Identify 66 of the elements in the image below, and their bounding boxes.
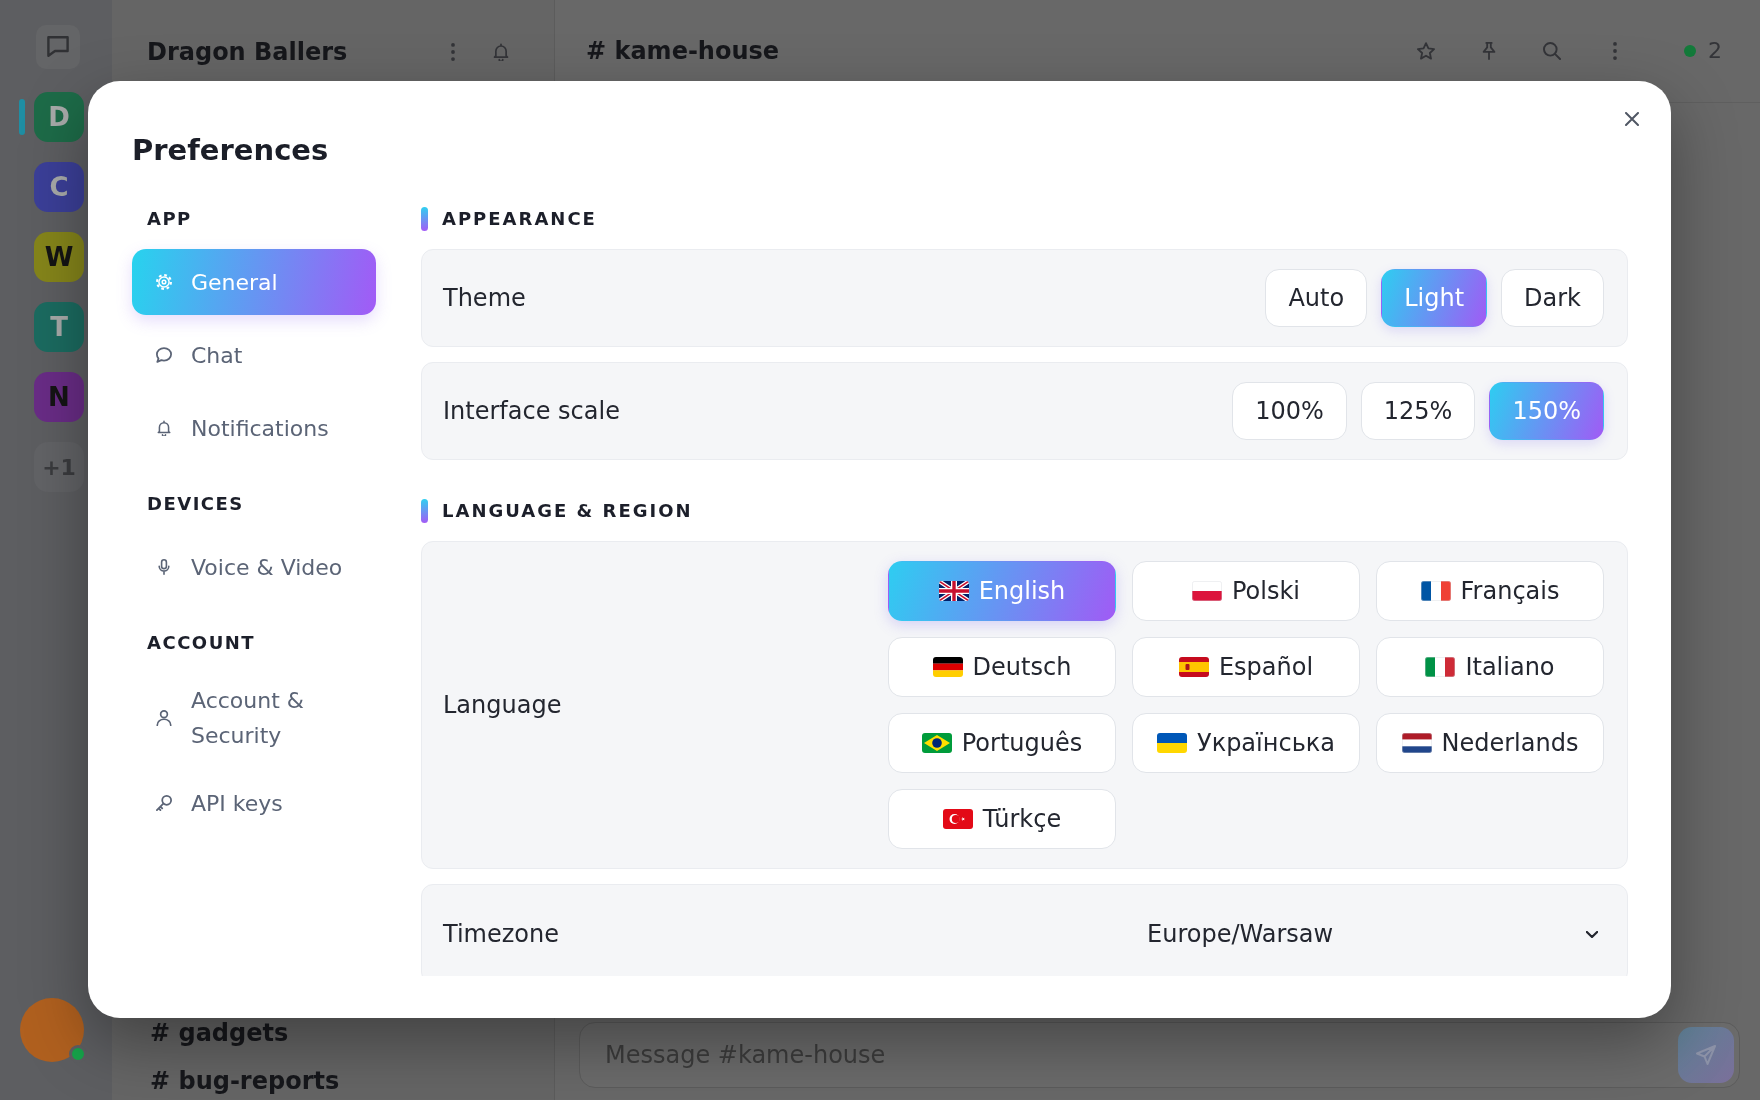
language-button[interactable]: Türkçe <box>888 789 1116 849</box>
italian-flag-icon <box>1425 657 1456 677</box>
german-flag-icon <box>932 657 963 677</box>
option-button[interactable]: 125% <box>1360 382 1476 440</box>
key-icon <box>156 795 172 811</box>
section-heading: APPEARANCE <box>442 207 597 231</box>
dutch-flag-icon <box>1401 733 1432 753</box>
bell-icon <box>156 420 172 436</box>
setting-label: Theme <box>443 283 526 313</box>
microphone-icon <box>156 559 172 575</box>
polish-flag-icon <box>1191 581 1222 601</box>
spanish-flag-icon <box>1178 657 1209 677</box>
nav-item[interactable]: Voice & Video <box>132 534 376 600</box>
language-button[interactable]: Español <box>1132 637 1360 697</box>
nav-section-heading: APP <box>146 207 193 231</box>
server-button[interactable]: W <box>34 232 84 282</box>
send-icon <box>1696 1045 1716 1065</box>
option-button[interactable]: Light <box>1381 269 1488 327</box>
chat-bubble-icon <box>47 36 69 57</box>
pin-icon[interactable] <box>1480 42 1498 60</box>
brazilian-flag-icon <box>921 733 952 753</box>
person-icon <box>156 710 172 726</box>
nav-item[interactable]: Account & Security <box>132 673 376 763</box>
nav-item[interactable]: Notifications <box>132 395 376 461</box>
close-icon <box>1625 112 1639 126</box>
accent-bar-icon <box>421 499 428 523</box>
kebab-menu-icon[interactable] <box>451 42 455 61</box>
dialog-title: Preferences <box>132 132 330 168</box>
language-button[interactable]: Deutsch <box>888 637 1116 697</box>
accent-bar-icon <box>421 207 428 231</box>
british-flag-icon <box>938 581 969 601</box>
language-button[interactable]: English <box>888 561 1116 621</box>
status-dot-icon <box>1684 45 1696 57</box>
french-flag-icon <box>1420 581 1451 601</box>
send-button[interactable] <box>1678 1027 1734 1083</box>
option-button[interactable]: Auto <box>1265 269 1368 327</box>
language-button[interactable]: Português <box>888 713 1116 773</box>
chat-bubble-icon <box>156 347 172 363</box>
server-name: Dragon Ballers <box>147 36 348 67</box>
timezone-select[interactable]: Europe/Warsaw <box>1125 904 1604 964</box>
ukrainian-flag-icon <box>1157 733 1187 753</box>
setting-label: Interface scale <box>443 396 620 426</box>
language-button[interactable]: Українська <box>1132 713 1360 773</box>
language-button[interactable]: Nederlands <box>1376 713 1604 773</box>
chevron-down-icon <box>1586 930 1598 938</box>
messages-button[interactable] <box>36 25 80 69</box>
channel-title: # kame-house <box>586 36 780 66</box>
kebab-menu-icon[interactable] <box>1613 42 1617 60</box>
search-icon[interactable] <box>1543 42 1561 60</box>
server-button[interactable]: C <box>34 162 84 212</box>
language-button[interactable]: Italiano <box>1376 637 1604 697</box>
turkish-flag-icon <box>942 809 973 829</box>
nav-section-heading: ACCOUNT <box>146 631 257 655</box>
option-button[interactable]: Dark <box>1501 269 1604 327</box>
gear-icon <box>156 274 172 290</box>
nav-item[interactable]: API keys <box>132 770 376 836</box>
language-button[interactable]: Polski <box>1132 561 1360 621</box>
setting-label: Language <box>443 690 562 720</box>
section-heading: LANGUAGE & REGION <box>442 499 693 523</box>
bell-icon[interactable] <box>492 42 510 61</box>
star-icon[interactable] <box>1417 42 1435 60</box>
nav-item[interactable]: Chat <box>132 322 376 388</box>
setting-label: Timezone <box>443 919 559 949</box>
language-button[interactable]: Français <box>1376 561 1604 621</box>
nav-section-heading: DEVICES <box>146 492 245 516</box>
option-button[interactable]: 100% <box>1232 382 1347 440</box>
